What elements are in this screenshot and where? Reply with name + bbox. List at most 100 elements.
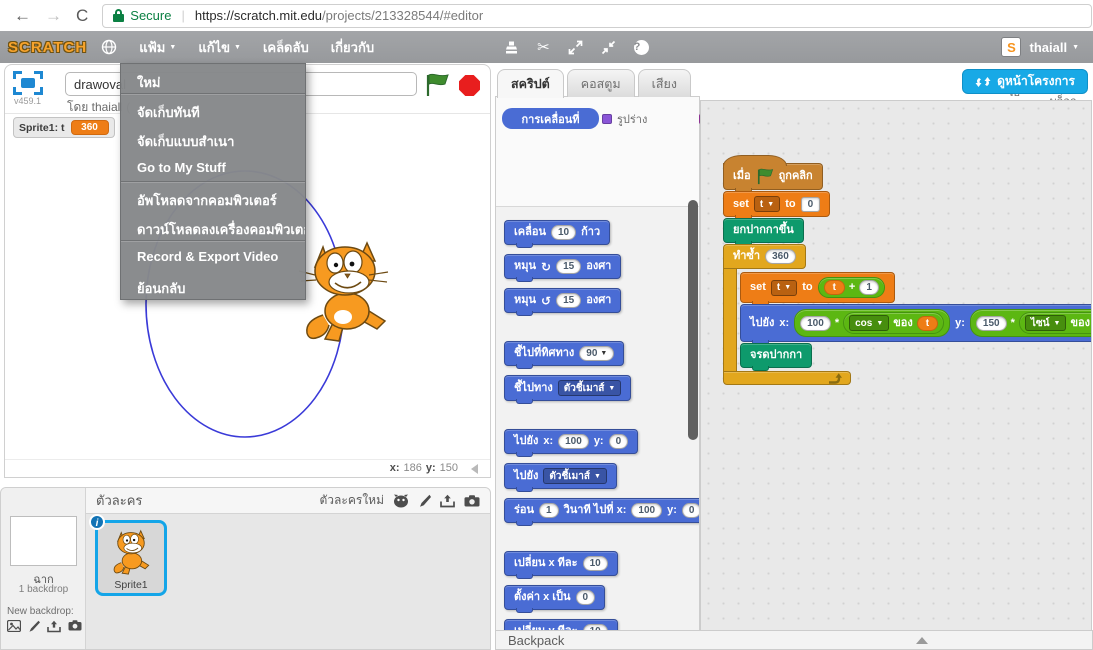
scratch-logo[interactable]: SCRATCH	[8, 39, 87, 56]
back-icon[interactable]: ←	[14, 7, 31, 24]
sprite-from-library-icon[interactable]	[393, 494, 409, 508]
dropdown-slot[interactable]: cos▼	[849, 315, 889, 331]
reload-icon[interactable]: C	[76, 7, 88, 24]
presentation-mode-icon[interactable]	[13, 71, 43, 95]
stack-block[interactable]: จรดปากกา	[740, 343, 812, 368]
forward-icon[interactable]: →	[45, 7, 62, 24]
backpack-expand-icon[interactable]	[916, 637, 928, 644]
collapse-stage-icon[interactable]	[471, 464, 478, 474]
variable-watcher[interactable]: Sprite1: t 360	[13, 117, 115, 138]
stack-block[interactable]: ไปยังx:100y:0	[504, 429, 638, 454]
script-area[interactable]: เมื่อถูกคลิกsett▼to0ยกปากกาขึ้นทำซ้ำ360s…	[700, 100, 1092, 632]
operator-reporter[interactable]: ไซน์▼ของt	[1019, 312, 1092, 334]
sprite-item-sprite1[interactable]: i Sprite1	[95, 520, 167, 596]
tab-inactive[interactable]: คอสตูม	[567, 69, 635, 97]
number-slot[interactable]: 1	[859, 280, 879, 295]
cat-sprite[interactable]	[293, 237, 397, 345]
upload-backdrop-icon[interactable]	[47, 620, 61, 633]
number-slot[interactable]: 1	[539, 503, 559, 518]
file-menu-item[interactable]: ใหม่	[121, 64, 305, 93]
number-slot[interactable]: 100	[800, 316, 831, 331]
number-slot[interactable]: 360	[765, 249, 796, 264]
number-slot[interactable]: 150	[976, 316, 1007, 331]
stack-block[interactable]: ยกปากกาขึ้น	[723, 218, 804, 243]
camera-backdrop-icon[interactable]	[68, 620, 82, 633]
number-slot[interactable]: 0	[576, 590, 596, 605]
number-slot[interactable]: 10	[551, 225, 576, 240]
block-label: เคลื่อน	[514, 225, 546, 240]
file-menu-item[interactable]: Record & Export Video	[121, 241, 305, 270]
stack-block[interactable]: sett▼to0	[723, 191, 830, 217]
stack-block[interactable]: หมุน↻15องศา	[504, 254, 621, 279]
backpack-bar[interactable]: Backpack	[495, 630, 1093, 650]
backdrop-from-library-icon[interactable]	[7, 620, 21, 633]
hat-block[interactable]: เมื่อถูกคลิก	[723, 163, 823, 190]
operator-reporter[interactable]: 150*ไซน์▼ของt	[970, 309, 1092, 337]
number-dropdown-slot[interactable]: 90▼	[579, 346, 614, 361]
dropdown-slot[interactable]: ตัวชี้เมาส์▼	[543, 468, 607, 484]
stage-thumbnail[interactable]	[10, 516, 77, 566]
number-slot[interactable]: 100	[558, 434, 589, 449]
file-menu-item[interactable]: ย้อนกลับ	[121, 270, 305, 299]
shrink-sprite-icon[interactable]	[601, 40, 616, 55]
stack-block[interactable]: ร่อน1วินาที ไปที่ x:100y:0	[504, 498, 699, 523]
stack-block[interactable]: เคลื่อน10ก้าว	[504, 220, 610, 245]
stack-block[interactable]: ไปยังตัวชี้เมาส์▼	[504, 463, 617, 489]
stack-block[interactable]: sett▼tot+1	[740, 272, 895, 303]
operator-reporter[interactable]: t+1	[818, 277, 885, 298]
upload-sprite-icon[interactable]	[440, 494, 455, 508]
menu-file[interactable]: แฟ้ม▼	[139, 37, 176, 58]
url-bar[interactable]: Secure | https://scratch.mit.edu /projec…	[102, 4, 1092, 28]
number-slot[interactable]: 10	[583, 556, 608, 571]
number-slot[interactable]: 0	[682, 503, 699, 518]
menu-tips[interactable]: เคล็ดลับ	[263, 37, 309, 58]
camera-sprite-icon[interactable]	[464, 495, 480, 507]
operator-reporter[interactable]: 100*cos▼ของt	[794, 309, 950, 337]
palette-scrollbar[interactable]	[688, 200, 698, 440]
category-item[interactable]: รูปร่าง	[599, 108, 696, 129]
stop-button[interactable]	[459, 75, 480, 96]
grow-sprite-icon[interactable]	[568, 40, 583, 55]
account-menu[interactable]: thaiall▼	[1029, 40, 1079, 55]
tab-scripts-active[interactable]: สคริปต์	[497, 69, 564, 98]
stack-block[interactable]: หมุน↺15องศา	[504, 288, 621, 313]
file-menu-item[interactable]: อัพโหลดจากคอมพิวเตอร์	[121, 182, 305, 211]
stack-block[interactable]: ตั้งค่า x เป็น0	[504, 585, 605, 610]
green-flag-button[interactable]	[424, 73, 450, 102]
number-slot[interactable]: 100	[631, 503, 662, 518]
dropdown-slot[interactable]: ตัวชี้เมาส์▼	[558, 380, 622, 396]
mystuff-icon[interactable]: S	[1001, 37, 1021, 57]
c-block-repeat[interactable]: ทำซ้ำ360sett▼tot+1ไปยังx:100*cos▼ของty:1…	[723, 244, 1092, 385]
tab-inactive[interactable]: เสียง	[638, 69, 691, 97]
number-slot[interactable]: 0	[609, 434, 629, 449]
operator-reporter[interactable]: cos▼ของt	[843, 312, 944, 334]
value-slot[interactable]: 0	[801, 197, 821, 212]
variable-dropdown[interactable]: t▼	[754, 196, 780, 212]
stack-block[interactable]: เปลี่ยน x ทีละ10	[504, 551, 618, 576]
block-help-icon[interactable]: ?	[634, 40, 649, 55]
delete-scissors-icon[interactable]: ✂	[537, 40, 550, 55]
stack-block[interactable]: ชี้ไปทางตัวชี้เมาส์▼	[504, 375, 631, 401]
category-item[interactable]: การเคลื่อนที่	[502, 108, 599, 129]
variable-dropdown[interactable]: t▼	[771, 280, 797, 296]
paint-backdrop-icon[interactable]	[28, 620, 40, 633]
file-menu-item[interactable]: จัดเก็บแบบสำเนา	[121, 123, 305, 152]
dropdown-slot[interactable]: ไซน์▼	[1025, 315, 1067, 331]
variable-reporter[interactable]: t	[824, 280, 845, 295]
stack-block[interactable]: ไปยังx:100*cos▼ของty:150*ไซน์▼ของt	[740, 304, 1092, 342]
block-repeat-header[interactable]: ทำซ้ำ360	[723, 244, 806, 269]
number-slot[interactable]: 15	[556, 259, 581, 274]
variable-reporter[interactable]: t	[917, 316, 938, 331]
file-menu-item[interactable]: Go to My Stuff	[121, 152, 305, 181]
number-slot[interactable]: 15	[556, 293, 581, 308]
menu-edit[interactable]: แก้ไข▼	[198, 37, 241, 58]
menu-about[interactable]: เกี่ยวกับ	[331, 37, 374, 58]
file-menu-item[interactable]: ดาวน์โหลดลงเครื่องคอมพิวเตอร์	[121, 211, 305, 240]
stack-block[interactable]: ชี้ไปที่ทิศทาง90▼	[504, 341, 624, 366]
duplicate-stamp-icon[interactable]	[504, 40, 519, 55]
language-globe-icon[interactable]	[101, 39, 117, 55]
paint-sprite-icon[interactable]	[418, 494, 431, 508]
sprite-info-icon[interactable]: i	[89, 514, 105, 530]
see-project-page-button[interactable]: ดูหน้าโครงการ	[962, 69, 1088, 94]
file-menu-item[interactable]: จัดเก็บทันที	[121, 94, 305, 123]
